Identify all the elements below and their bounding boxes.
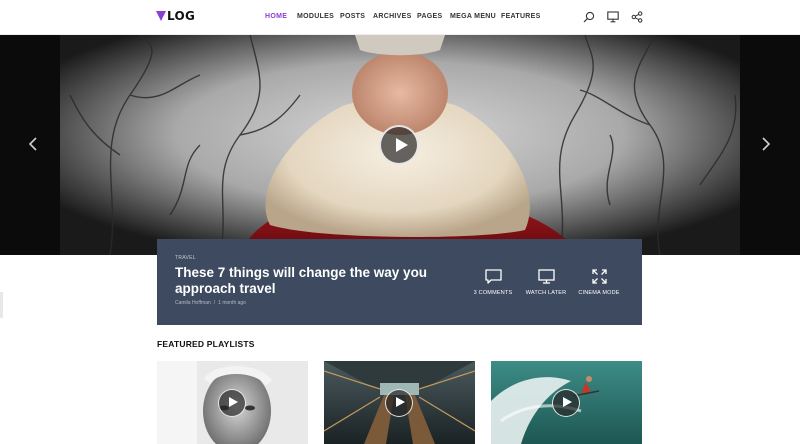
playlist-card[interactable]	[324, 361, 475, 444]
post-author[interactable]: Camila Hoffman	[175, 300, 211, 306]
nav-item-mega-menu[interactable]: MEGA MENU	[450, 13, 496, 20]
play-icon[interactable]	[218, 389, 246, 417]
monitor-icon[interactable]	[607, 11, 619, 23]
monitor-icon	[537, 269, 555, 284]
nav-item-archives[interactable]: ARCHIVES	[373, 13, 412, 20]
nav-item-modules[interactable]: MODULES	[297, 13, 334, 20]
post-meta: Camila Hoffman/1 month ago	[175, 300, 246, 306]
hero-video[interactable]	[0, 35, 800, 255]
comments-button[interactable]: 3 COMMENTS	[463, 269, 523, 296]
meta-separator: /	[213, 300, 216, 306]
share-icon[interactable]	[631, 11, 643, 23]
watch-later-label: WATCH LATER	[525, 290, 567, 296]
comments-label: 3 COMMENTS	[473, 290, 513, 296]
comment-icon	[484, 269, 502, 284]
cinema-mode-label: CINEMA MODE	[578, 290, 620, 296]
side-tab[interactable]	[0, 292, 3, 318]
expand-icon	[591, 269, 607, 284]
main-nav: HOME MODULES POSTS ARCHIVES PAGES MEGA M…	[0, 13, 800, 23]
play-icon[interactable]	[385, 389, 413, 417]
playlist-card[interactable]	[491, 361, 642, 444]
section-title: FEATURED PLAYLISTS	[157, 339, 255, 349]
playlist-card[interactable]	[157, 361, 308, 444]
featured-post-panel: TRAVEL These 7 things will change the wa…	[157, 239, 642, 325]
post-title[interactable]: These 7 things will change the way you a…	[175, 265, 465, 297]
chevron-right-icon[interactable]	[760, 137, 772, 151]
watch-later-button[interactable]: WATCH LATER	[516, 269, 576, 296]
nav-item-features[interactable]: FEATURES	[501, 13, 541, 20]
play-icon[interactable]	[552, 389, 580, 417]
post-date: 1 month ago	[218, 300, 246, 306]
cinema-mode-button[interactable]: CINEMA MODE	[569, 269, 629, 296]
post-category[interactable]: TRAVEL	[175, 255, 196, 261]
nav-item-pages[interactable]: PAGES	[417, 13, 443, 20]
play-icon[interactable]	[379, 125, 419, 165]
site-header: LOG HOME MODULES POSTS ARCHIVES PAGES ME…	[0, 0, 800, 35]
chevron-left-icon[interactable]	[27, 137, 39, 151]
nav-item-posts[interactable]: POSTS	[340, 13, 365, 20]
search-icon[interactable]	[583, 11, 595, 23]
nav-item-home[interactable]: HOME	[265, 13, 287, 20]
